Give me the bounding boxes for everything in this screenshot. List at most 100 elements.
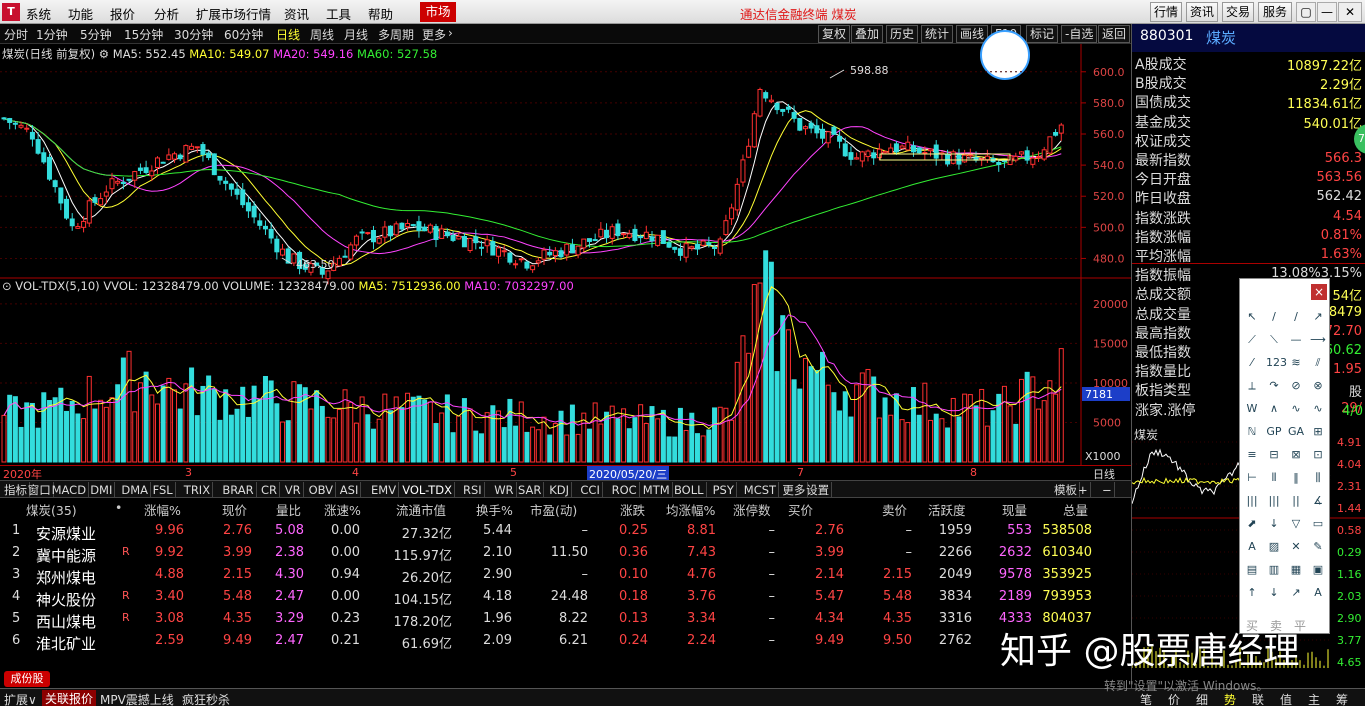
top-quote-button[interactable]: 行情 [1150, 2, 1182, 22]
draw-tool-icon[interactable]: ↷ [1266, 378, 1282, 394]
panel-tab-5[interactable]: 值 [1280, 691, 1292, 706]
draw-tool-icon[interactable]: ⟋ [1244, 332, 1260, 348]
panel-tab-2[interactable]: 细 [1196, 691, 1208, 706]
draw-tool-icon[interactable]: ∕ [1288, 309, 1304, 325]
draw-tool-icon[interactable]: ||| [1244, 493, 1260, 509]
col-header-9[interactable]: 涨跌 [620, 500, 645, 519]
period-multi[interactable]: 多周期 [378, 26, 414, 43]
period-timeshare[interactable]: 分时 [4, 26, 28, 43]
draw-tool-icon[interactable]: ∿ [1310, 401, 1326, 417]
indicator-tab-3[interactable]: DMI [88, 482, 116, 498]
indicator-tab-9[interactable]: VR [283, 482, 304, 498]
draw-tool-icon[interactable]: || [1288, 493, 1304, 509]
draw-tool-icon[interactable]: ⟶ [1310, 332, 1326, 348]
draw-tool-icon[interactable]: 123 [1266, 355, 1287, 371]
draw-tool-icon[interactable]: GP [1266, 424, 1282, 440]
table-row[interactable]: 3 郑州煤电 4.88 2.15 4.30 0.94 26.20亿 2.90 – 0.10 4.76… [0, 564, 1131, 587]
indicator-tab-23[interactable]: MCST [742, 482, 780, 498]
draw-tool-icon[interactable]: ✎ [1310, 539, 1326, 555]
indicator-tab-8[interactable]: CR [259, 482, 281, 498]
indicator-tab-11[interactable]: ASI [338, 482, 362, 498]
col-header-4[interactable]: 量比 [276, 500, 301, 519]
add-favorite-button[interactable]: -自选 [1061, 25, 1098, 43]
period-60min[interactable]: 60分钟 [224, 26, 263, 43]
indicator-tab-4[interactable]: DMA [119, 482, 152, 498]
period-weekly[interactable]: 周线 [310, 26, 334, 43]
draw-tool-icon[interactable]: ⊘ [1288, 378, 1304, 394]
draw-tool-icon[interactable]: ⟍ [1266, 332, 1282, 348]
top-news-button[interactable]: 资讯 [1186, 2, 1218, 22]
period-monthly[interactable]: 月线 [344, 26, 368, 43]
panel-tab-0[interactable]: 笔 [1140, 691, 1152, 706]
top-trade-button[interactable]: 交易 [1222, 2, 1254, 22]
indicator-tab-14[interactable]: RSI [461, 482, 485, 498]
draw-tool-icon[interactable]: ▣ [1310, 562, 1326, 578]
indicator-tab-25[interactable]: 设置 [804, 482, 833, 498]
market-button[interactable]: 市场 [420, 2, 456, 22]
indicator-tab-13[interactable]: VOL-TDX [400, 482, 455, 498]
indicator-tab-7[interactable]: BRAR [220, 482, 257, 498]
menu-system[interactable]: 系统 [26, 4, 51, 23]
panel-tab-1[interactable]: 价 [1168, 691, 1180, 706]
indicator-tab-12[interactable]: EMV [369, 482, 400, 498]
draw-tool-icon[interactable]: — [1288, 332, 1304, 348]
panel-tab-3[interactable]: 势 [1224, 691, 1236, 706]
menu-tools[interactable]: 工具 [326, 4, 351, 23]
history-button[interactable]: 历史 [886, 25, 919, 43]
menu-ext-market[interactable]: 扩展市场行情 [196, 4, 271, 23]
draw-tool-icon[interactable]: ▭ [1310, 516, 1326, 532]
indicator-tab-16[interactable]: SAR [516, 482, 545, 498]
close-icon[interactable]: ✕ [1338, 2, 1362, 22]
toolbox-close-icon[interactable]: × [1311, 284, 1327, 300]
draw-tool-icon[interactable]: ↗ [1310, 309, 1326, 325]
col-header-10[interactable]: 均涨幅% [666, 500, 715, 519]
vol-collapse-icon[interactable]: ⊙ [2, 279, 12, 293]
tab-mpv[interactable]: MPV震撼上线 [100, 691, 174, 706]
tab-related-quote[interactable]: 关联报价 [42, 690, 97, 706]
table-row[interactable]: 4 神火股份 R 3.40 5.48 2.47 0.00 104.15亿 4.18 24.48 0.… [0, 586, 1131, 609]
ind-right-1[interactable]: + [1076, 482, 1091, 498]
table-row[interactable]: 5 西山煤电 R 3.08 4.35 3.29 0.23 178.20亿 1.96 8.22 0.1… [0, 608, 1131, 631]
col-header-11[interactable]: 涨停数 [733, 500, 771, 519]
draw-tool-icon[interactable]: ↗ [1288, 585, 1304, 601]
indicator-tab-6[interactable]: TRIX [182, 482, 214, 498]
draw-tool-icon[interactable]: ⟂ [1244, 378, 1260, 394]
adjust-button[interactable]: 复权 [818, 25, 851, 43]
draw-tool-icon[interactable]: ⫽ [1310, 355, 1326, 371]
mark-button[interactable]: 标记 [1026, 25, 1059, 43]
period-daily[interactable]: 日线 [276, 26, 300, 43]
expand-button[interactable]: 扩展∨ [4, 691, 37, 706]
col-header-1[interactable]: • [115, 500, 122, 515]
draw-tool-icon[interactable]: ∧ [1266, 401, 1282, 417]
draw-tool-icon[interactable]: ⊠ [1288, 447, 1304, 463]
indicator-tab-10[interactable]: OBV [307, 482, 337, 498]
draw-tool-icon[interactable]: ↓ [1266, 516, 1282, 532]
col-header-14[interactable]: 活跃度 [928, 500, 966, 519]
tab-flash-sale[interactable]: 疯狂秒杀 [182, 691, 230, 706]
indicator-tab-2[interactable]: MACD [50, 482, 90, 498]
menu-analysis[interactable]: 分析 [154, 4, 179, 23]
draw-tool-icon[interactable]: ⊗ [1310, 378, 1326, 394]
draw-tool-icon[interactable]: ⊟ [1266, 447, 1282, 463]
restore-icon[interactable]: ▢ [1296, 2, 1316, 22]
table-row[interactable]: 2 冀中能源 R 9.92 3.99 2.38 0.00 115.97亿 2.10 11.50 0.… [0, 542, 1131, 565]
draw-tool-icon[interactable]: A [1310, 585, 1326, 601]
col-header-5[interactable]: 涨速% [324, 500, 361, 519]
col-header-7[interactable]: 换手% [476, 500, 513, 519]
panel-tab-7[interactable]: 筹 [1336, 691, 1348, 706]
table-row[interactable]: 6 淮北矿业 2.59 9.49 2.47 0.21 61.69亿 2.09 6.21 0.24 2… [0, 630, 1131, 653]
indicator-tab-17[interactable]: KDJ [547, 482, 572, 498]
col-header-13[interactable]: 卖价 [882, 500, 907, 519]
col-header-12[interactable]: 买价 [788, 500, 813, 519]
draw-tool-icon[interactable]: ▥ [1266, 562, 1282, 578]
indicator-tab-20[interactable]: MTM [641, 482, 673, 498]
draw-tool-icon[interactable]: ▦ [1288, 562, 1304, 578]
draw-tool-icon[interactable]: ≡ [1244, 447, 1260, 463]
panel-tab-6[interactable]: 主 [1308, 691, 1320, 706]
draw-tool-icon[interactable]: ↖ [1244, 309, 1260, 325]
draw-tool-icon[interactable]: / [1266, 309, 1282, 325]
ind-right-2[interactable]: − [1100, 482, 1115, 498]
draw-tool-icon[interactable]: ||| [1266, 493, 1282, 509]
col-header-3[interactable]: 现价 [222, 500, 247, 519]
draw-tool-icon[interactable]: ⊡ [1310, 447, 1326, 463]
